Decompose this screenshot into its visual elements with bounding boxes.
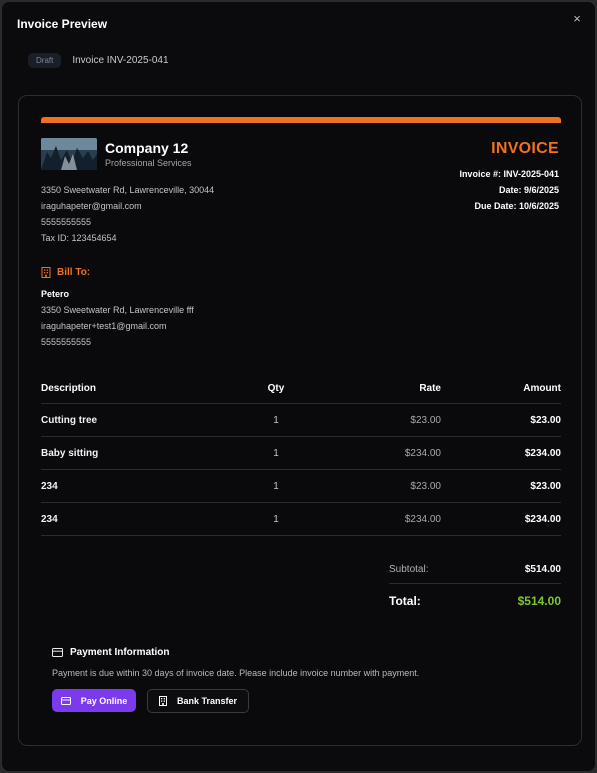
company-tax-id: Tax ID: 123454654	[41, 233, 117, 243]
item-rate: $234.00	[404, 447, 441, 459]
item-description: Cutting tree	[41, 414, 98, 426]
building-icon	[41, 267, 51, 278]
invoice-reference: Invoice INV-2025-041	[72, 55, 169, 66]
pay-online-button[interactable]: Pay Online	[52, 689, 136, 712]
payment-heading-label: Payment Information	[70, 647, 170, 658]
bill-to-heading: Bill To:	[41, 267, 90, 278]
line-items-table: Description Qty Rate Amount Cutting tree…	[41, 373, 561, 536]
status-badge: Draft	[28, 53, 62, 68]
total-value: $514.00	[517, 594, 561, 608]
subtotal-label: Subtotal:	[389, 564, 429, 575]
subtotal-row: Subtotal: $514.00	[389, 556, 561, 584]
company-phone: 5555555555	[41, 217, 92, 227]
payment-heading: Payment Information	[52, 647, 169, 658]
subtotal-value: $514.00	[524, 564, 561, 575]
company-tagline: Professional Services	[105, 158, 192, 168]
totals-block: Subtotal: $514.00 Total: $514.00	[389, 556, 561, 618]
client-details: 3350 Sweetwater Rd, Lawrenceville fff ir…	[41, 302, 194, 350]
table-header-row: Description Qty Rate Amount	[41, 373, 561, 404]
table-row: Cutting tree 1 $23.00 $23.00	[41, 404, 561, 437]
item-description: Baby sitting	[41, 447, 99, 459]
invoice-date: Date: 9/6/2025	[498, 185, 559, 195]
header-amount: Amount	[523, 382, 561, 394]
building-icon	[158, 696, 167, 706]
bill-to-label: Bill To:	[57, 267, 91, 278]
bank-transfer-label: Bank Transfer	[176, 696, 238, 706]
company-address: 3350 Sweetwater Rd, Lawrenceville, 30044	[41, 185, 215, 195]
pay-online-label: Pay Online	[80, 695, 128, 706]
invoice-number: Invoice #: INV-2025-041	[459, 169, 559, 179]
table-row: 234 1 $23.00 $23.00	[41, 470, 561, 503]
table-row: 234 1 $234.00 $234.00	[41, 503, 561, 536]
company-details: 3350 Sweetwater Rd, Lawrenceville, 30044…	[41, 182, 214, 246]
bank-transfer-button[interactable]: Bank Transfer	[147, 689, 249, 713]
invoice-preview-modal: Invoice Preview × Draft Invoice INV-2025…	[1, 1, 596, 772]
modal-title: Invoice Preview	[17, 17, 108, 31]
company-logo	[41, 138, 97, 170]
header-rate: Rate	[419, 382, 441, 394]
invoice-meta: Invoice #: INV-2025-041 Date: 9/6/2025 D…	[459, 166, 559, 214]
total-label: Total:	[389, 594, 421, 608]
client-phone: 5555555555	[41, 337, 92, 347]
company-email: iraguhapeter@gmail.com	[41, 201, 142, 211]
invoice-due-date: Due Date: 10/6/2025	[474, 201, 559, 211]
header-description: Description	[41, 382, 97, 394]
table-row: Baby sitting 1 $234.00 $234.00	[41, 437, 561, 470]
item-rate: $23.00	[410, 414, 441, 426]
item-amount: $23.00	[530, 414, 561, 426]
total-row: Total: $514.00	[389, 584, 561, 618]
item-rate: $234.00	[404, 513, 441, 525]
credit-card-icon	[60, 696, 71, 705]
client-address: 3350 Sweetwater Rd, Lawrenceville fff	[41, 305, 194, 315]
invoice-card: Company 12 Professional Services 3350 Sw…	[18, 95, 582, 746]
close-icon[interactable]: ×	[569, 11, 585, 27]
item-description: 234	[41, 513, 58, 525]
item-qty: 1	[273, 447, 279, 459]
modal-subheader: Draft Invoice INV-2025-041	[28, 53, 169, 68]
item-qty: 1	[273, 414, 279, 426]
accent-bar	[41, 117, 561, 123]
client-email: iraguhapeter+test1@gmail.com	[41, 321, 167, 331]
item-amount: $23.00	[530, 480, 561, 492]
credit-card-icon	[52, 648, 63, 657]
company-name: Company 12	[105, 140, 189, 156]
item-amount: $234.00	[524, 447, 561, 459]
item-amount: $234.00	[524, 513, 561, 525]
client-name: Petero	[41, 289, 70, 299]
item-rate: $23.00	[410, 480, 441, 492]
item-qty: 1	[273, 513, 279, 525]
header-qty: Qty	[267, 382, 285, 394]
invoice-title: INVOICE	[491, 140, 559, 157]
item-description: 234	[41, 480, 58, 492]
payment-note: Payment is due within 30 days of invoice…	[52, 668, 420, 678]
item-qty: 1	[273, 480, 279, 492]
